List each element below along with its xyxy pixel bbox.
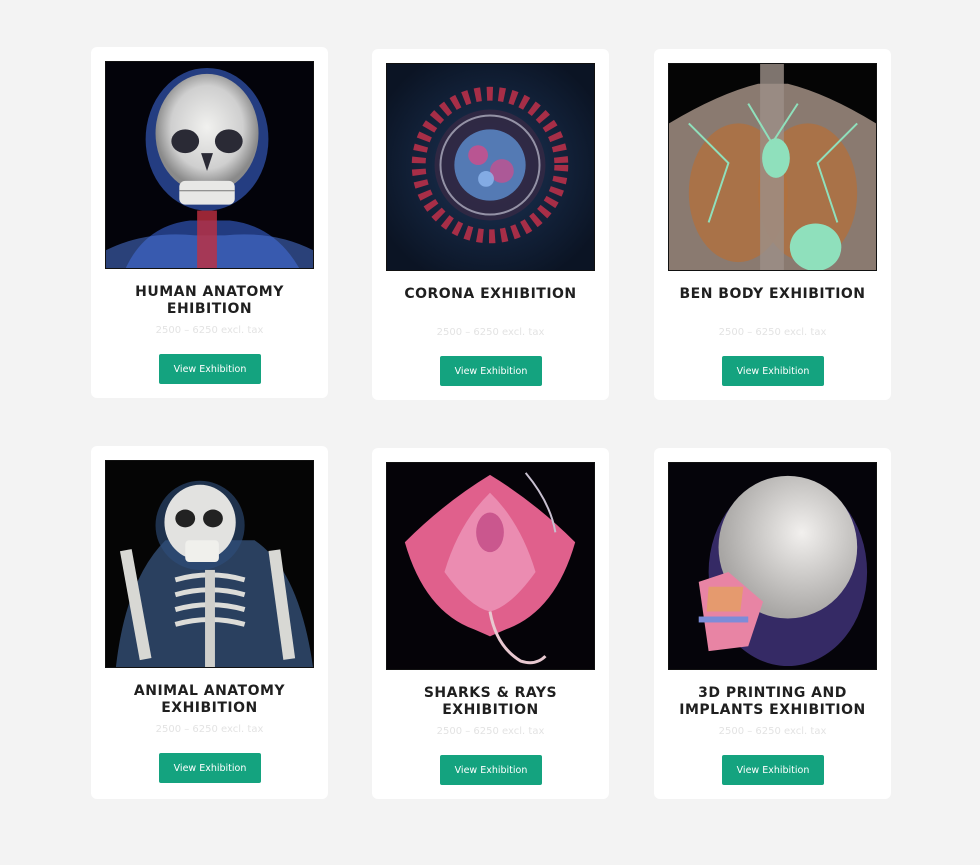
view-exhibition-button[interactable]: View Exhibition <box>159 753 261 783</box>
stingray-icon[interactable] <box>386 462 595 670</box>
exhibition-title: HUMAN ANATOMY EHIBITION <box>135 284 284 317</box>
exhibition-title: BEN BODY EXHIBITION <box>679 286 866 302</box>
price-range: 2500 – 6250 excl. tax <box>718 327 827 338</box>
exhibition-title: 3D PRINTING AND IMPLANTS EXHIBITION <box>679 685 866 718</box>
exhibition-card: CORONA EXHIBITION 2500 – 6250 excl. tax … <box>372 49 609 400</box>
exhibition-card: SHARKS & RAYS EXHIBITION 2500 – 6250 exc… <box>372 448 609 799</box>
view-exhibition-button[interactable]: View Exhibition <box>440 356 542 386</box>
view-exhibition-button[interactable]: View Exhibition <box>159 354 261 384</box>
price-range: 2500 – 6250 excl. tax <box>155 325 264 336</box>
exhibition-card: HUMAN ANATOMY EHIBITION 2500 – 6250 excl… <box>91 47 328 398</box>
virus-icon[interactable] <box>386 63 595 271</box>
view-exhibition-button[interactable]: View Exhibition <box>722 356 824 386</box>
price-range: 2500 – 6250 excl. tax <box>155 724 264 735</box>
torso-lymph-icon[interactable] <box>668 63 877 271</box>
skull-xray-icon[interactable] <box>105 61 314 269</box>
price-range: 2500 – 6250 excl. tax <box>718 726 827 737</box>
exhibition-card: BEN BODY EXHIBITION 2500 – 6250 excl. ta… <box>654 49 891 400</box>
exhibition-card: 3D PRINTING AND IMPLANTS EXHIBITION 2500… <box>654 448 891 799</box>
price-range: 2500 – 6250 excl. tax <box>436 327 545 338</box>
view-exhibition-button[interactable]: View Exhibition <box>440 755 542 785</box>
exhibition-card: ANIMAL ANATOMY EXHIBITION 2500 – 6250 ex… <box>91 446 328 799</box>
exhibition-title: SHARKS & RAYS EXHIBITION <box>423 685 558 718</box>
primate-skeleton-icon[interactable] <box>105 460 314 668</box>
exhibition-title: CORONA EXHIBITION <box>404 286 577 302</box>
exhibition-title: ANIMAL ANATOMY EXHIBITION <box>133 683 286 716</box>
view-exhibition-button[interactable]: View Exhibition <box>722 755 824 785</box>
skull-implant-icon[interactable] <box>668 462 877 670</box>
price-range: 2500 – 6250 excl. tax <box>436 726 545 737</box>
